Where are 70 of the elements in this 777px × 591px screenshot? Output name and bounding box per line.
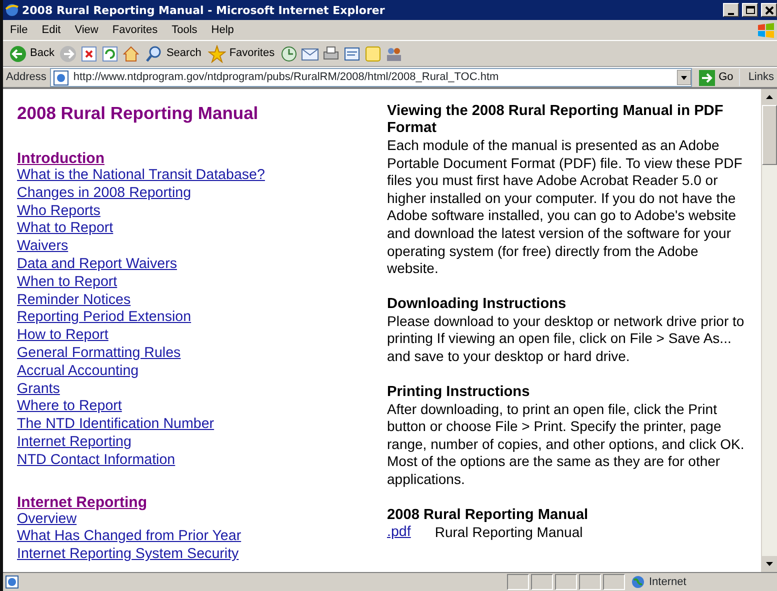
menu-item[interactable]: View (68, 22, 106, 38)
refresh-icon[interactable] (101, 44, 120, 62)
toc-link[interactable]: Overview (17, 510, 77, 528)
menu-item[interactable]: Favorites (105, 22, 165, 38)
scrollbar-thumb[interactable] (762, 105, 777, 165)
section-link[interactable]: Internet Reporting (17, 494, 147, 511)
file-label: Rural Reporting Manual (434, 524, 583, 542)
section-text: After downloading, to print an open file, click the Print button or choose File > Print. Specify the printer, page range, number of copies, and other options, and click OK. Most of the options are the same as they are for other applications. (387, 400, 746, 488)
stop-icon[interactable] (80, 44, 98, 62)
section-heading: Printing Instructions (387, 384, 531, 401)
toc-link[interactable]: What is the National Transit Database? (17, 167, 265, 185)
section-text: Please download to your desktop or network drive prior to printing If viewing an open file, click on File > Save As... and save to your desktop or hard drive. (387, 312, 746, 366)
toc-link[interactable]: Changes in 2008 Reporting (17, 184, 192, 203)
globe-icon (631, 575, 645, 589)
minimize-button[interactable] (723, 3, 739, 17)
toc-link[interactable]: Internet Reporting System Security (17, 546, 239, 564)
search-button[interactable]: Search (143, 44, 204, 64)
menu-item[interactable]: File (3, 22, 35, 38)
page-title: 2008 Rural Reporting Manual (17, 103, 260, 124)
section-text: Each module of the manual is presented as an Adobe Portable Document Format (PDF) file. To view these PDF files you must first have Adobe Acrobat Reader 5.0 or higher installed on your computer. If you do not have the Adobe software installed, you can go to Adobe's website and download the latest version of the software for your operating system (for free) directly from the Adobe website. (387, 137, 744, 278)
toc-link[interactable]: How to Report (17, 327, 108, 345)
go-button[interactable]: Go (696, 68, 736, 88)
toc-link[interactable]: What Has Changed from Prior Year (17, 528, 242, 546)
document-icon[interactable] (342, 44, 361, 62)
scroll-down-arrow-icon[interactable] (766, 562, 773, 566)
section-heading: Viewing the 2008 Rural Reporting Manual in PDF Format (387, 103, 724, 137)
address-field[interactable]: http://www.ntdprogram.gov/ntdprogram/pubs/RuralRM/2008/html/2008_Rural_TOC.htm (50, 68, 692, 87)
toc-link[interactable]: General Formatting Rules (17, 344, 181, 363)
close-button[interactable] (761, 3, 777, 17)
toc-link[interactable]: Who Reports (17, 202, 100, 220)
printer-icon[interactable] (322, 44, 340, 62)
pdf-link[interactable]: .pdf (387, 524, 411, 560)
minimize-icon (728, 12, 734, 14)
toc-link[interactable]: Where to Report (17, 398, 122, 416)
toc-link[interactable]: Reporting Period Extension (17, 309, 192, 328)
security-zone-label: Internet (649, 574, 686, 590)
page-icon (5, 575, 19, 589)
maximize-button[interactable] (742, 3, 758, 17)
links-button[interactable]: Links (739, 69, 774, 86)
section-heading: Downloading Instructions (387, 296, 568, 313)
star-icon (208, 44, 226, 62)
menu-item[interactable]: Edit (34, 22, 68, 38)
vertical-scrollbar[interactable] (761, 89, 777, 572)
toc-link[interactable]: NTD Contact Information (17, 452, 176, 470)
maximize-icon (746, 6, 754, 14)
toc-link[interactable]: Data and Report Waivers (17, 256, 177, 274)
toc-link[interactable]: Internet Reporting (17, 434, 132, 452)
scroll-up-arrow-icon[interactable] (766, 95, 773, 99)
window-title: 2008 Rural Reporting Manual - Microsoft Internet Explorer (22, 4, 386, 16)
dropdown-arrow-icon[interactable] (676, 70, 691, 85)
toc-link[interactable]: What to Report (17, 220, 114, 238)
menu-item[interactable]: Help (204, 22, 241, 38)
section-heading: 2008 Rural Reporting Manual (387, 506, 590, 524)
page-icon (53, 70, 70, 86)
menu-item[interactable]: Tools (164, 22, 204, 38)
search-icon (145, 44, 164, 62)
browser-logo-icon (5, 3, 19, 17)
house-icon[interactable] (122, 44, 140, 62)
close-icon (764, 6, 774, 14)
toc-link[interactable]: The NTD Identification Number (17, 416, 214, 434)
toc-link[interactable]: Grants (17, 380, 60, 398)
section-link[interactable]: Introduction (17, 150, 104, 167)
clock-icon[interactable] (280, 44, 298, 62)
favorites-button[interactable]: Favorites (206, 44, 277, 64)
address-label: Address (6, 70, 46, 86)
toc-link[interactable]: Reminder Notices (17, 292, 131, 310)
toc-link[interactable]: Waivers (17, 238, 68, 256)
toc-link[interactable]: Accrual Accounting (17, 362, 139, 381)
toc-link[interactable]: When to Report (17, 274, 118, 292)
back-button[interactable]: Back (7, 44, 56, 64)
